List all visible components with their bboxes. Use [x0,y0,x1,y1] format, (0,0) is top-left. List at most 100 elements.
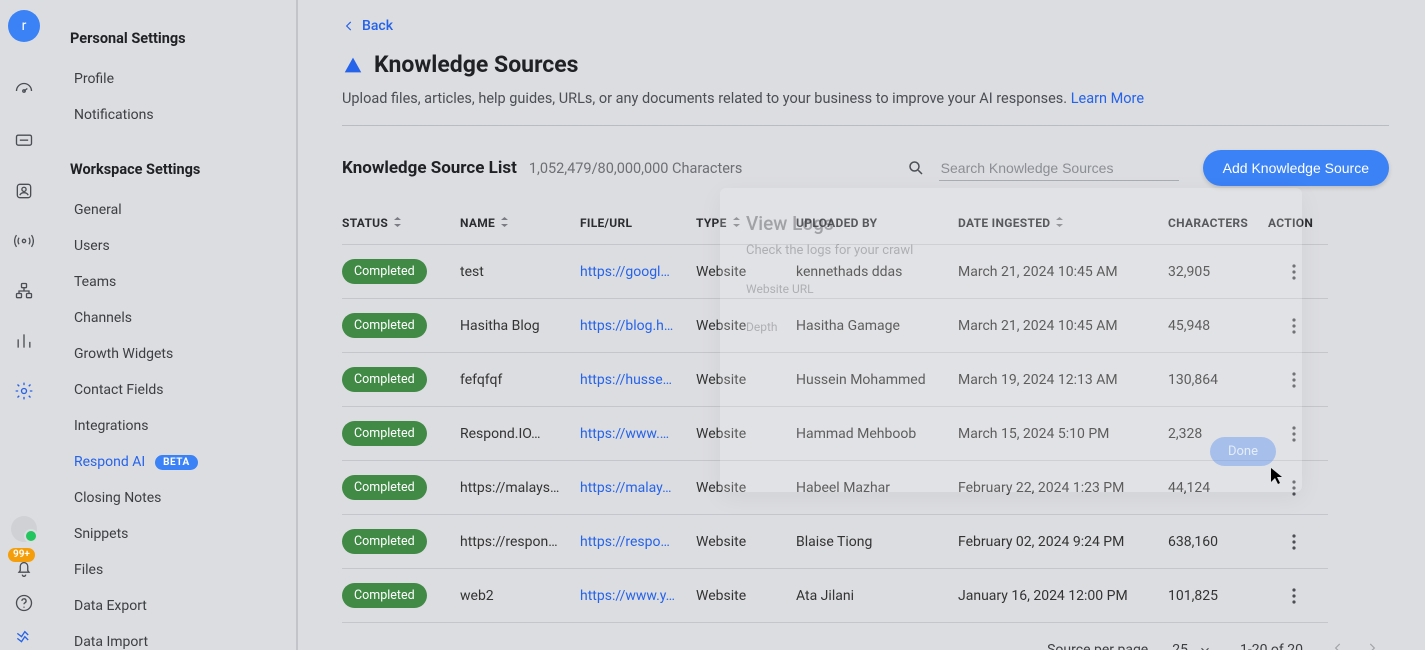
contact-icon[interactable] [13,180,35,202]
col-type[interactable]: TYPE [696,202,796,245]
file-link[interactable]: https://malay… [580,480,671,496]
cell-date: March 19, 2024 12:13 AM [958,353,1168,407]
file-link[interactable]: https://blog.h… [580,318,673,334]
user-avatar[interactable] [11,516,37,542]
cell-date: March 15, 2024 5:10 PM [958,407,1168,461]
next-page-button[interactable] [1365,641,1379,650]
search-input[interactable] [939,156,1179,181]
nav-growth-widgets[interactable]: Growth Widgets [70,336,296,372]
nav-notifications[interactable]: Notifications [70,97,296,133]
col-date[interactable]: DATE INGESTED [958,202,1168,245]
cell-file: https://www.… [580,407,696,461]
nav-data-import[interactable]: Data Import [70,624,296,650]
cell-file: https://blog.h… [580,299,696,353]
beta-badge: BETA [155,455,198,470]
main-area: Back Knowledge Sources Upload files, art… [298,0,1425,650]
notifications-bell[interactable]: 99+ [14,558,34,578]
cell-action [1268,515,1328,569]
status-badge: Completed [342,421,427,446]
gear-icon[interactable] [13,380,35,402]
status-badge: Completed [342,313,427,338]
col-chars-label: CHARACTERS [1168,216,1248,230]
cell-name: Respond.IO… [460,407,580,461]
cell-date: February 02, 2024 9:24 PM [958,515,1168,569]
cell-status: Completed [342,245,460,299]
page-header: Knowledge Sources [342,51,1389,78]
nav-profile[interactable]: Profile [70,61,296,97]
col-status[interactable]: STATUS [342,202,460,245]
gauge-icon[interactable] [13,80,35,102]
nav-files[interactable]: Files [70,552,296,588]
per-page-select[interactable]: 25 [1172,642,1212,650]
row-menu-button[interactable] [1282,314,1306,338]
row-menu-button[interactable] [1282,584,1306,608]
file-link[interactable]: https://www.y… [580,588,675,604]
cell-type: Website [696,407,796,461]
cell-type: Website [696,245,796,299]
per-page-value: 25 [1172,642,1188,650]
row-menu-button[interactable] [1282,476,1306,500]
cell-file: https://respo… [580,515,696,569]
col-name[interactable]: NAME [460,202,580,245]
nav-respond-ai[interactable]: Respond AI BETA [70,444,296,480]
status-badge: Completed [342,367,427,392]
workspace-avatar[interactable]: r [8,10,40,42]
app-switcher-icon[interactable] [13,624,35,646]
nav-users[interactable]: Users [70,228,296,264]
cell-status: Completed [342,299,460,353]
col-status-label: STATUS [342,216,388,230]
per-page-control: Source per page 25 [1047,642,1212,650]
file-link[interactable]: https://www.… [580,426,669,442]
cell-type: Website [696,515,796,569]
prev-page-button[interactable] [1331,641,1345,650]
sort-icon [394,216,404,230]
nav-contact-fields[interactable]: Contact Fields [70,372,296,408]
row-menu-button[interactable] [1282,530,1306,554]
nav-closing-notes[interactable]: Closing Notes [70,480,296,516]
org-icon[interactable] [13,280,35,302]
chat-icon[interactable] [13,130,35,152]
file-link[interactable]: https://husse… [580,372,672,388]
pager [1331,641,1379,650]
analytics-icon[interactable] [13,330,35,352]
col-file-label: FILE/URL [580,216,632,230]
cell-name: test [460,245,580,299]
cell-characters: 44,124 [1168,461,1268,515]
cell-characters: 45,948 [1168,299,1268,353]
knowledge-table: STATUS NAME FILE/URL TYPE UPLOADED BY DA… [342,202,1389,623]
learn-more-link[interactable]: Learn More [1071,90,1144,107]
section-personal-title: Personal Settings [70,30,296,47]
add-knowledge-source-button[interactable]: Add Knowledge Source [1203,150,1389,186]
sort-icon [733,216,743,230]
cell-uploaded-by: Hasitha Gamage [796,299,958,353]
help-icon[interactable] [13,592,35,614]
row-menu-button[interactable] [1282,422,1306,446]
cell-file: https://malay… [580,461,696,515]
back-link[interactable]: Back [342,18,393,34]
cell-characters: 32,905 [1168,245,1268,299]
nav-teams[interactable]: Teams [70,264,296,300]
nav-data-export[interactable]: Data Export [70,588,296,624]
status-badge: Completed [342,529,427,554]
nav-channels[interactable]: Channels [70,300,296,336]
col-file: FILE/URL [580,202,696,245]
nav-integrations[interactable]: Integrations [70,408,296,444]
cell-name: https://respon… [460,515,580,569]
cell-uploaded-by: Hussein Mohammed [796,353,958,407]
cell-uploaded-by: Hammad Mehboob [796,407,958,461]
cell-characters: 130,864 [1168,353,1268,407]
nav-snippets[interactable]: Snippets [70,516,296,552]
broadcast-icon[interactable] [13,230,35,252]
row-menu-button[interactable] [1282,368,1306,392]
rail-bottom-group: 99+ [11,508,37,650]
section-workspace-title: Workspace Settings [70,161,296,178]
cell-file: https://googl… [580,245,696,299]
nav-general[interactable]: General [70,192,296,228]
cell-type: Website [696,569,796,623]
cell-type: Website [696,353,796,407]
file-link[interactable]: https://googl… [580,264,670,280]
row-menu-button[interactable] [1282,260,1306,284]
notif-badge: 99+ [8,548,35,562]
settings-sidebar: Personal Settings Profile Notifications … [48,0,298,650]
file-link[interactable]: https://respo… [580,534,670,550]
